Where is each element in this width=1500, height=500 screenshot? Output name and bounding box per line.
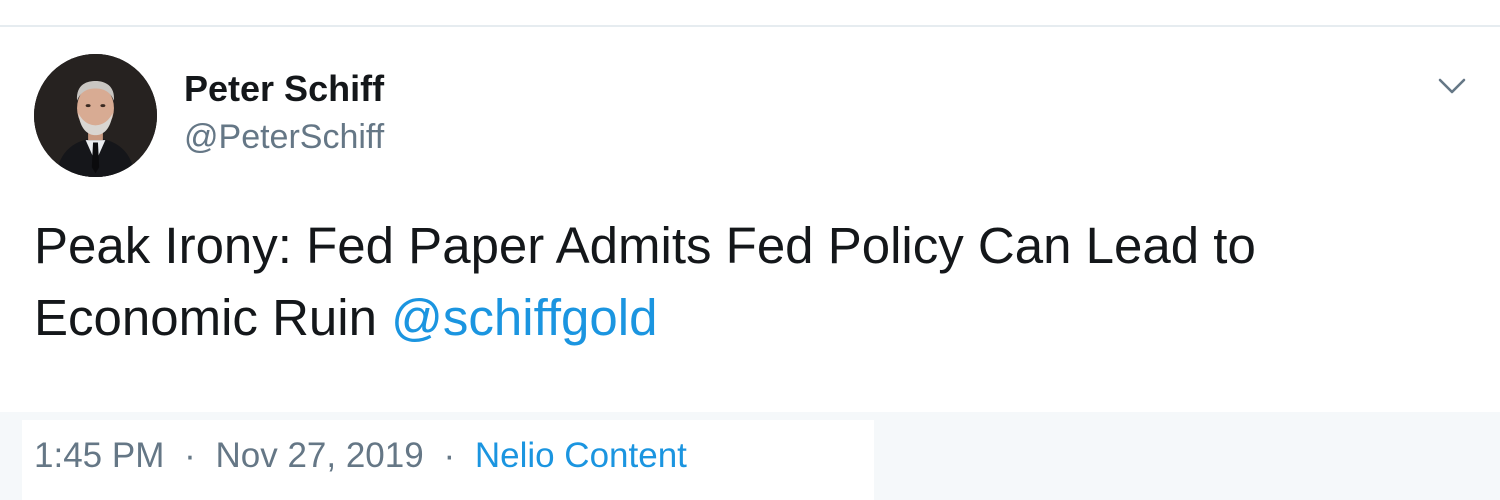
tweet-meta: 1:45 PM · Nov 27, 2019 · Nelio Content [34,436,687,476]
separator: · [443,436,456,475]
chevron-down-icon[interactable] [1432,66,1472,106]
tweet-text: Peak Irony: Fed Paper Admits Fed Policy … [34,210,1454,354]
author-display-name[interactable]: Peter Schiff [184,68,384,110]
avatar[interactable] [34,54,157,177]
tweet-date[interactable]: Nov 27, 2019 [215,436,423,475]
mention-link[interactable]: @schiffgold [391,289,657,346]
source-link[interactable]: Nelio Content [475,436,687,475]
separator: · [184,436,196,475]
tweet-time[interactable]: 1:45 PM [34,436,164,475]
top-divider [0,25,1500,27]
author-handle[interactable]: @PeterSchiff [184,118,384,157]
profile-photo-icon [34,54,157,177]
